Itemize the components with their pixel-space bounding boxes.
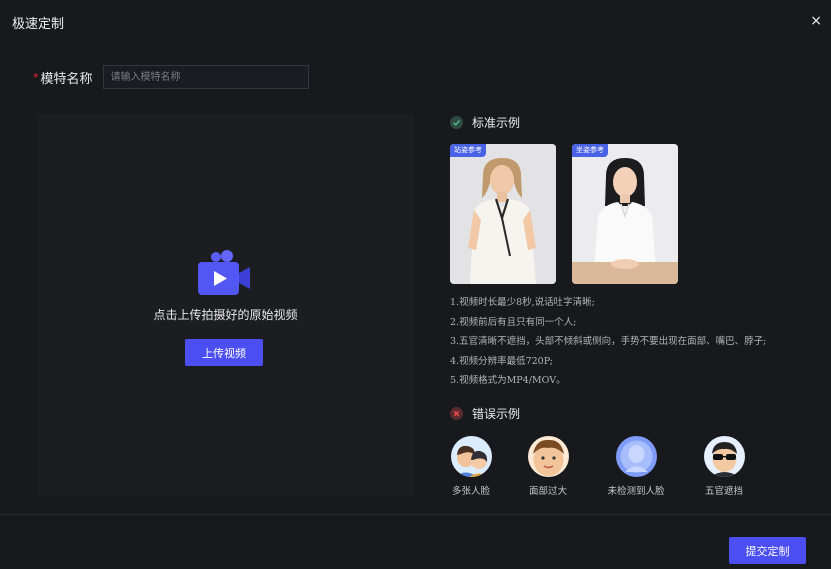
standing-sample-image: 站姿参考: [450, 144, 556, 284]
standard-example-heading: 标准示例: [450, 114, 520, 131]
requirement-item: 2.视频前后有且只有同一个人;: [450, 316, 577, 328]
model-name-label: 模特名称: [40, 71, 93, 87]
check-circle-icon: [450, 116, 463, 129]
wrong-example-face-too-large: 面部过大: [513, 436, 583, 497]
requirement-item: 3.五官清晰不遮挡，头部不倾斜或侧向，手势不要出现在面部、嘴巴、脖子;: [450, 336, 767, 348]
face-too-large-avatar: [527, 436, 569, 477]
error-circle-icon: [450, 407, 463, 420]
features-blocked-avatar: [703, 436, 745, 477]
wrong-example-heading: 错误示例: [450, 405, 520, 422]
sample-tag: 坐姿参考: [572, 144, 608, 157]
wrong-example-label: 面部过大: [528, 486, 567, 497]
standard-example-title: 标准示例: [472, 116, 521, 130]
sample-tag: 站姿参考: [450, 144, 486, 157]
sitting-woman-illustration: [572, 144, 678, 284]
wrong-example-label: 五官遮挡: [704, 486, 743, 497]
upload-video-button[interactable]: 上传视频: [185, 339, 263, 366]
requirement-item: 4.视频分辨率最低720P;: [450, 355, 553, 367]
video-upload-area[interactable]: [37, 114, 414, 496]
model-name-row: * 模特名称: [33, 64, 309, 90]
requirement-item: 1.视频时长最少8秒,说话吐字清晰;: [450, 297, 595, 308]
wrong-example-label: 未检测到人脸: [607, 486, 665, 497]
wrong-example-no-face: 未检测到人脸: [601, 436, 671, 497]
requirement-item: 5.视频格式为MP4/MOV。: [450, 375, 566, 387]
wrong-example-title: 错误示例: [472, 407, 521, 421]
close-icon[interactable]: ×: [810, 13, 822, 29]
dialog-title: 极速定制: [12, 17, 65, 32]
footer-divider: [0, 514, 831, 515]
wrong-example-label: 多张人脸: [451, 486, 490, 497]
required-mark: *: [33, 70, 39, 84]
upload-hint: 点击上传拍摄好的原始视频: [153, 308, 298, 322]
standing-woman-illustration: [450, 144, 556, 284]
requirements-list: 1.视频时长最少8秒,说话吐字清晰; 2.视频前后有且只有同一个人; 3.五官清…: [450, 293, 766, 391]
sitting-sample-image: 坐姿参考: [572, 144, 678, 284]
model-name-input[interactable]: [102, 65, 309, 89]
wrong-example-features-blocked: 五官遮挡: [689, 436, 759, 497]
dialog: 极速定制 × * 模特名称 点击上传拍摄好的原始视频 上传视频 标准示例: [0, 0, 831, 569]
no-face-detected-avatar: [615, 436, 657, 477]
submit-customization-button[interactable]: 提交定制: [729, 537, 806, 564]
wrong-example-multiple-faces: 多张人脸: [436, 436, 506, 497]
multiple-faces-avatar: [450, 436, 492, 477]
video-camera-icon: [198, 250, 250, 295]
